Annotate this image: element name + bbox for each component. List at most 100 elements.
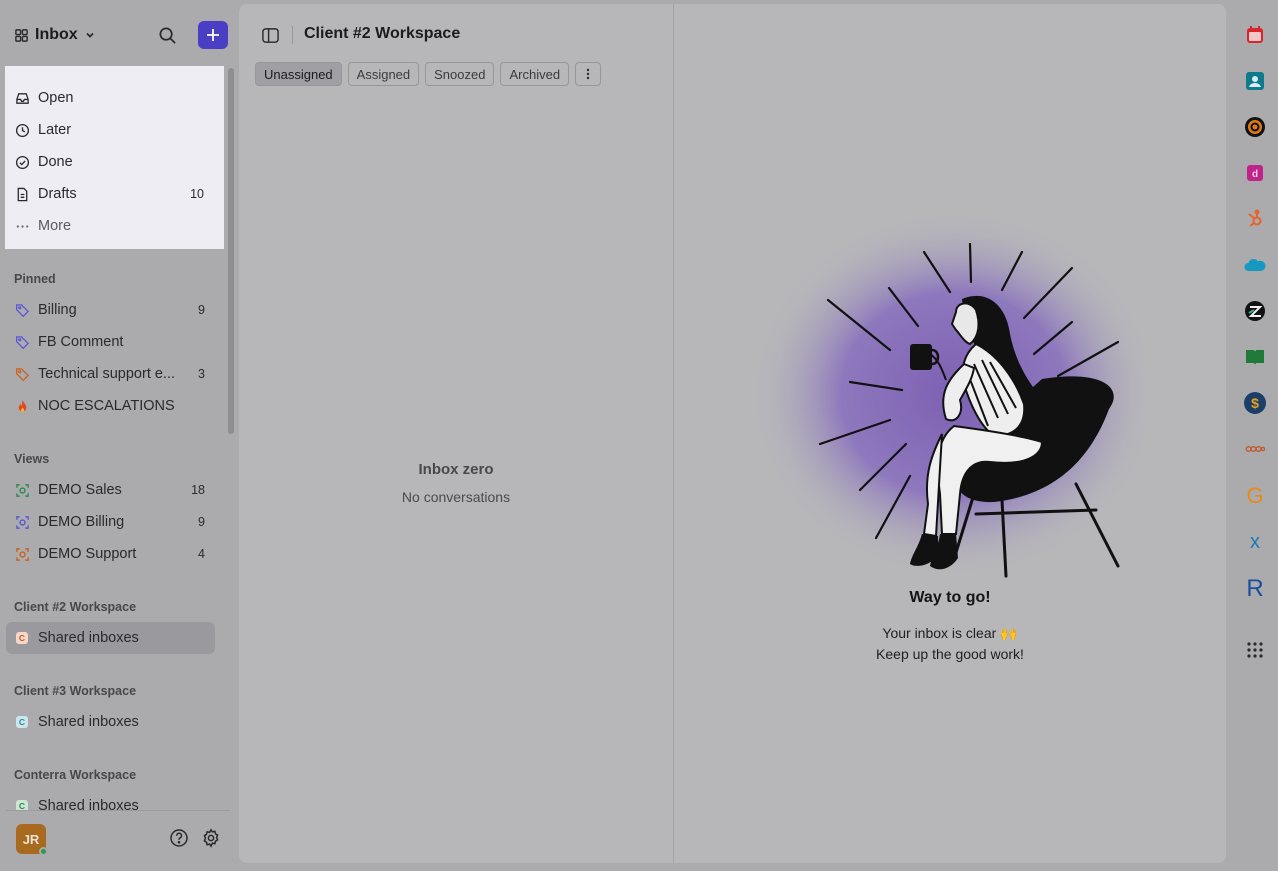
- svg-text:R: R: [1246, 575, 1263, 599]
- nav-label: DEMO Sales: [38, 482, 122, 498]
- deputy-app-icon: d: [1247, 165, 1263, 181]
- sidebar-toggle-icon: [261, 27, 279, 43]
- item-count: 4: [198, 547, 205, 561]
- tab-snoozed[interactable]: Snoozed: [425, 62, 495, 86]
- sidebar: Inbox Open Later Done Drafts 10 More Pin…: [0, 0, 239, 871]
- x-app[interactable]: x: [1243, 529, 1267, 553]
- deputy-app[interactable]: d: [1243, 161, 1267, 185]
- drafts-count: 10: [190, 187, 204, 201]
- nav-label: Drafts: [38, 186, 77, 202]
- inbox-title: Inbox: [35, 26, 78, 43]
- avatar-initials: JR: [22, 831, 40, 847]
- inbox-clear-illustration: [749, 209, 1144, 579]
- status-tabs: Unassigned Assigned Snoozed Archived: [255, 62, 602, 86]
- inbox-clear-title: Way to go!: [909, 589, 991, 606]
- tag-icon: [14, 366, 30, 382]
- r-app-icon: R: [1246, 575, 1263, 599]
- hubspot-app[interactable]: [1243, 207, 1267, 231]
- settings-button[interactable]: [200, 827, 222, 849]
- view-item-demo-support[interactable]: DEMO Support 4: [6, 538, 215, 570]
- pinned-item-billing[interactable]: Billing 9: [6, 294, 215, 326]
- main-panel: Client #2 Workspace Unassigned Assigned …: [239, 4, 1226, 863]
- sidebar-header: Inbox: [0, 0, 239, 66]
- nav-item-drafts[interactable]: Drafts 10: [6, 178, 214, 210]
- contacts-app[interactable]: [1243, 69, 1267, 93]
- svg-text:d: d: [1252, 169, 1258, 180]
- view-scan-icon: [14, 482, 30, 498]
- inbox-clear-message: Your inbox is clear 🙌 Keep up the good w…: [674, 623, 1226, 665]
- plus-icon: [207, 29, 219, 41]
- workspace-heading-client-3: Client #3 Workspace: [14, 684, 137, 698]
- zendesk-icon: [1245, 301, 1265, 321]
- search-icon: [159, 27, 176, 44]
- shared-inboxes-client-2[interactable]: C Shared inboxes: [6, 622, 215, 654]
- workspace-badge-icon: C: [14, 798, 30, 810]
- svg-text:x: x: [1250, 531, 1260, 552]
- book-app-icon: [1246, 350, 1264, 365]
- views-heading: Views: [14, 452, 50, 466]
- chevron-down-icon: [86, 32, 94, 38]
- kebab-menu-icon: [586, 68, 590, 80]
- tab-unassigned[interactable]: Unassigned: [255, 62, 342, 86]
- pinned-heading: Pinned: [14, 272, 56, 286]
- workspace-heading-conterra: Conterra Workspace: [14, 768, 137, 782]
- search-button[interactable]: [155, 23, 179, 47]
- nav-item-open[interactable]: Open: [6, 82, 214, 114]
- target-app[interactable]: [1243, 115, 1267, 139]
- inbox-menu: Open Later Done Drafts 10 More: [5, 66, 224, 249]
- inbox-switcher[interactable]: Inbox: [14, 22, 96, 48]
- clock-icon: [14, 122, 30, 138]
- contacts-icon: [1246, 72, 1264, 90]
- tab-assigned[interactable]: Assigned: [347, 62, 420, 86]
- target-app-icon: [1245, 117, 1265, 137]
- toggle-sidebar-button[interactable]: [259, 24, 281, 46]
- more-tabs-button[interactable]: [575, 62, 602, 86]
- r-app[interactable]: R: [1243, 575, 1267, 599]
- nav-item-more[interactable]: More: [6, 210, 214, 242]
- pinned-item-noc-escalations[interactable]: NOC ESCALATIONS: [6, 390, 215, 422]
- item-count: 18: [191, 483, 205, 497]
- view-item-demo-sales[interactable]: DEMO Sales 18: [6, 474, 215, 506]
- g-app[interactable]: G: [1243, 483, 1267, 507]
- nav-label: Shared inboxes: [38, 798, 139, 810]
- all-apps-button[interactable]: [1243, 638, 1267, 662]
- tab-archived[interactable]: Archived: [500, 62, 570, 86]
- pinned-item-fb-comment[interactable]: FB Comment: [6, 326, 215, 358]
- new-conversation-button[interactable]: [198, 21, 228, 49]
- shared-inboxes-conterra[interactable]: C Shared inboxes: [6, 790, 215, 810]
- dollar-app[interactable]: $: [1243, 391, 1267, 415]
- check-circle-icon: [14, 154, 30, 170]
- calendar-app[interactable]: [1243, 23, 1267, 47]
- nav-label: DEMO Support: [38, 546, 137, 562]
- pinned-item-technical-support[interactable]: Technical support e... 3: [6, 358, 215, 390]
- help-button[interactable]: [168, 827, 190, 849]
- nav-label: Done: [38, 154, 73, 170]
- hubspot-icon: [1248, 209, 1262, 227]
- nav-item-done[interactable]: Done: [6, 146, 214, 178]
- dots-app[interactable]: [1243, 437, 1267, 461]
- tag-icon: [14, 302, 30, 318]
- fire-icon: [14, 398, 30, 414]
- item-count: 9: [198, 515, 205, 529]
- x-app-icon: x: [1250, 531, 1260, 552]
- avatar[interactable]: JR: [16, 824, 48, 856]
- shared-inboxes-client-3[interactable]: C Shared inboxes: [6, 706, 215, 738]
- nav-label: FB Comment: [38, 334, 124, 350]
- zendesk-app[interactable]: [1243, 299, 1267, 323]
- apps-grid-icon: [1247, 642, 1263, 658]
- g-app-icon: G: [1246, 484, 1263, 506]
- book-app[interactable]: [1243, 345, 1267, 369]
- nav-item-later[interactable]: Later: [6, 114, 214, 146]
- view-scan-icon: [14, 514, 30, 530]
- help-icon: [170, 829, 188, 847]
- grid-icon: [15, 28, 28, 42]
- calendar-icon: [1247, 26, 1263, 43]
- view-item-demo-billing[interactable]: DEMO Billing 9: [6, 506, 215, 538]
- workspace-badge-icon: C: [14, 714, 30, 730]
- header-separator: [292, 26, 293, 44]
- salesforce-app[interactable]: [1243, 253, 1267, 277]
- sidebar-scrollbar[interactable]: [228, 68, 234, 434]
- nav-label: Technical support e...: [38, 366, 176, 382]
- item-count: 9: [198, 303, 205, 317]
- svg-text:$: $: [1251, 395, 1259, 411]
